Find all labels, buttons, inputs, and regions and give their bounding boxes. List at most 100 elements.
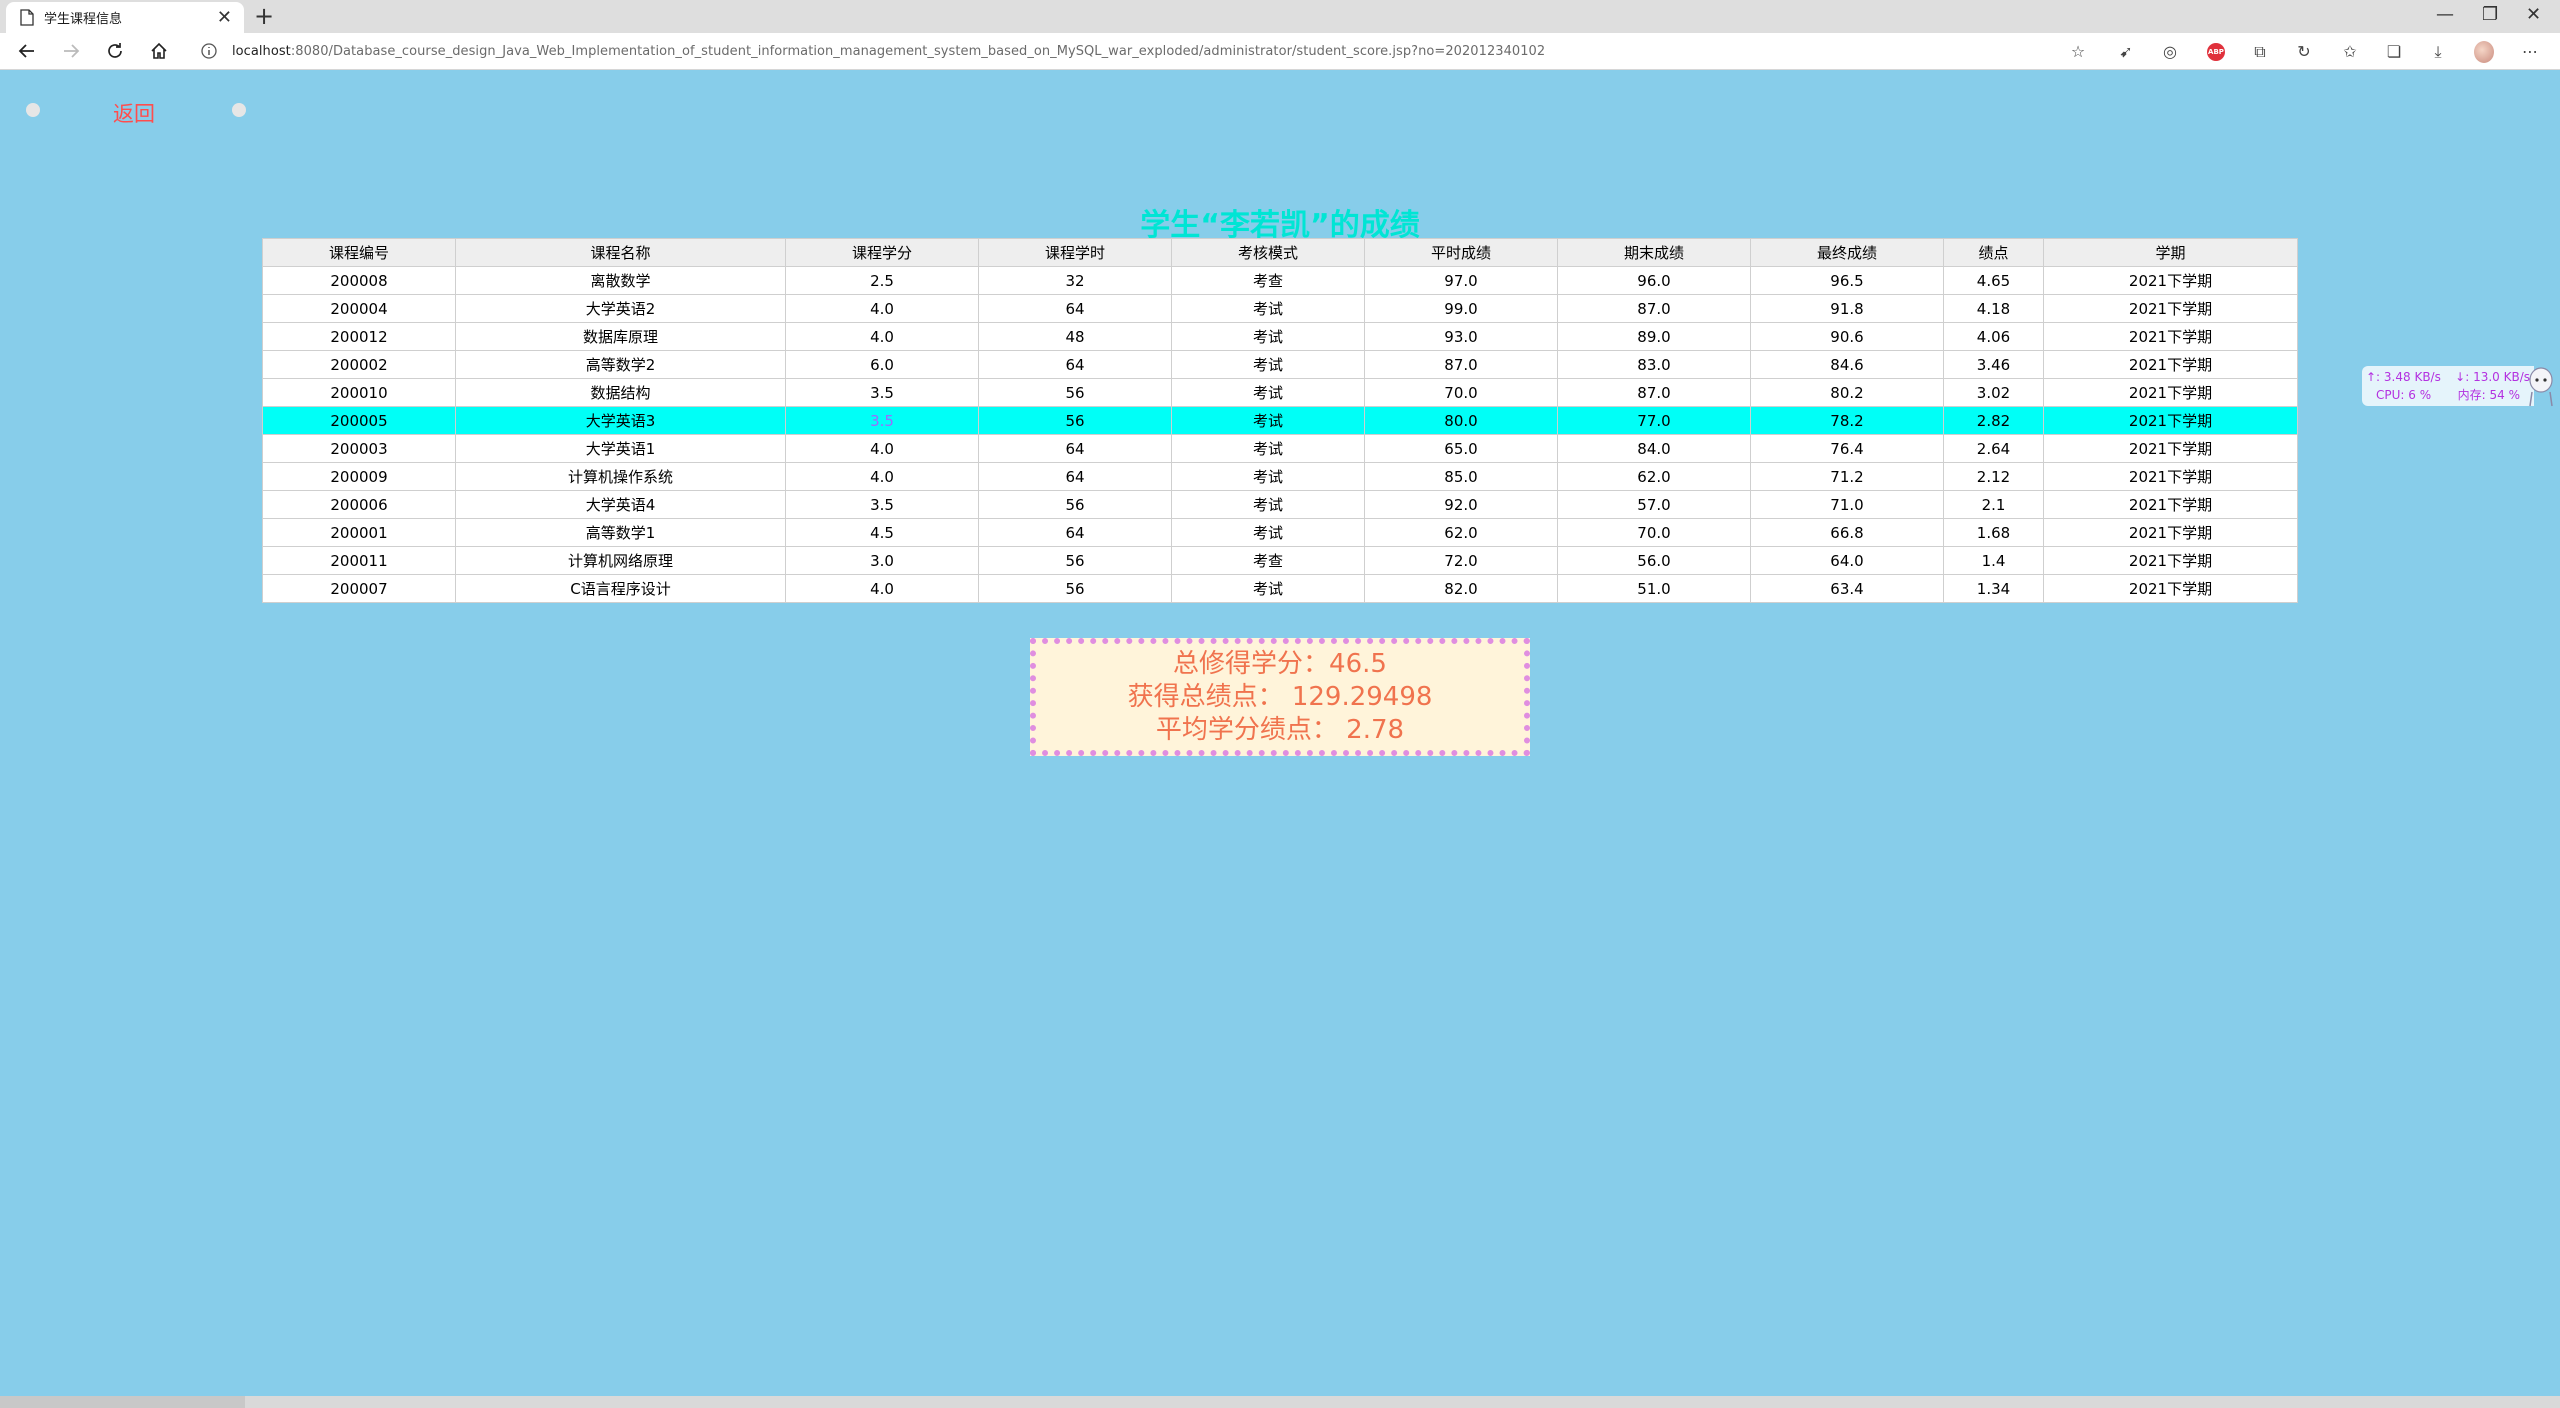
url-text: localhost:8080/Database_course_design_Ja… (232, 44, 1545, 59)
table-cell: 高等数学1 (455, 518, 786, 547)
table-cell: 3.5 (785, 490, 979, 519)
table-cell: 64 (978, 294, 1172, 323)
table-cell: 2021下学期 (2043, 294, 2298, 323)
upload-speed: ↑: 3.48 KB/s (2366, 370, 2441, 384)
table-cell: 89.0 (1557, 322, 1751, 351)
table-cell: 考查 (1171, 266, 1365, 295)
tab-close-icon[interactable]: ✕ (217, 8, 232, 27)
table-cell: 200011 (262, 546, 456, 575)
downloads-icon[interactable]: ⤓ (2428, 42, 2448, 62)
refresh-extension-icon[interactable]: ↻ (2294, 42, 2314, 62)
table-cell: 200002 (262, 350, 456, 379)
table-cell: 大学英语1 (455, 434, 786, 463)
table-cell: 2021下学期 (2043, 406, 2298, 435)
table-cell: 2021下学期 (2043, 574, 2298, 603)
info-icon (201, 43, 217, 59)
table-cell: 87.0 (1364, 350, 1558, 379)
table-cell: 3.02 (1943, 378, 2044, 407)
column-header: 课程学时 (978, 238, 1172, 267)
table-row: 200005 大学英语3 3.5 56 考试 80.0 77.0 78.2 2.82 2021下学… (262, 406, 2298, 435)
table-cell: 4.0 (785, 434, 979, 463)
column-header: 课程编号 (262, 238, 456, 267)
collections-icon[interactable]: ❏ (2384, 42, 2404, 62)
table-cell: 考试 (1171, 350, 1365, 379)
close-window-button[interactable]: ✕ (2526, 4, 2541, 25)
more-icon[interactable]: ⋯ (2520, 42, 2540, 62)
table-cell: 3.46 (1943, 350, 2044, 379)
table-cell: 84.0 (1557, 434, 1751, 463)
table-row: 200001 高等数学1 4.5 64 考试 62.0 70.0 66.8 1.68 2021下学… (262, 518, 2298, 547)
back-link[interactable]: 返回 (113, 98, 155, 128)
extension-icon[interactable]: ➹ (2116, 42, 2136, 62)
table-cell: 65.0 (1364, 434, 1558, 463)
table-cell: 64 (978, 462, 1172, 491)
table-row: 200002 高等数学2 6.0 64 考试 87.0 83.0 84.6 3.46 2021下学… (262, 350, 2298, 379)
table-cell: 62.0 (1364, 518, 1558, 547)
table-cell: 1.34 (1943, 574, 2044, 603)
table-cell: 56 (978, 378, 1172, 407)
collections-icon[interactable]: ⧉ (2250, 42, 2270, 62)
browser-tab-active[interactable]: 学生课程信息 ✕ (6, 2, 244, 33)
table-cell: 2021下学期 (2043, 462, 2298, 491)
column-header: 平时成绩 (1364, 238, 1558, 267)
document-icon (20, 9, 34, 26)
favorites-add-icon[interactable]: ☆ (2068, 42, 2088, 62)
table-cell: 考试 (1171, 490, 1365, 519)
table-cell: 90.6 (1750, 322, 1944, 351)
table-cell: 考试 (1171, 574, 1365, 603)
minimize-button[interactable]: — (2436, 4, 2454, 25)
download-speed: ↓: 13.0 KB/s (2455, 370, 2530, 384)
table-row: 200012 数据库原理 4.0 48 考试 93.0 89.0 90.6 4.06 2021下学… (262, 322, 2298, 351)
adblock-icon[interactable]: ABP (2206, 42, 2226, 62)
restore-button[interactable]: ❐ (2482, 4, 2498, 25)
table-row: 200010 数据结构 3.5 56 考试 70.0 87.0 80.2 3.02 2021下学期 (262, 378, 2298, 407)
table-cell: 82.0 (1364, 574, 1558, 603)
table-cell: 56 (978, 574, 1172, 603)
table-cell: 考试 (1171, 294, 1365, 323)
table-cell: 56 (978, 546, 1172, 575)
table-cell: 70.0 (1557, 518, 1751, 547)
total-credits-text: 总修得学分：46.5 (1173, 648, 1387, 679)
extension-icon[interactable]: ◎ (2160, 42, 2180, 62)
table-cell: 96.0 (1557, 266, 1751, 295)
status-bar (0, 1396, 2560, 1408)
table-cell: 考试 (1171, 462, 1365, 491)
table-cell: 大学英语4 (455, 490, 786, 519)
table-cell: 6.0 (785, 350, 979, 379)
table-cell: 4.0 (785, 462, 979, 491)
forward-nav-button[interactable] (58, 38, 84, 64)
home-button[interactable] (146, 38, 172, 64)
arrow-right-icon (64, 44, 80, 58)
address-bar[interactable]: localhost:8080/Database_course_design_Ja… (190, 37, 2090, 65)
url-path: :8080/Database_course_design_Java_Web_Im… (290, 43, 1546, 59)
table-cell: 200003 (262, 434, 456, 463)
profile-icon[interactable] (2474, 41, 2494, 63)
column-header: 绩点 (1943, 238, 2044, 267)
column-header: 课程学分 (785, 238, 979, 267)
home-icon (151, 42, 167, 59)
table-cell: 64 (978, 350, 1172, 379)
table-cell: 1.4 (1943, 546, 2044, 575)
memory-usage: 内存: 54 % (2457, 388, 2520, 402)
back-nav-button[interactable] (14, 38, 40, 64)
column-header: 课程名称 (455, 238, 786, 267)
table-cell: 考试 (1171, 378, 1365, 407)
column-header: 学期 (2043, 238, 2298, 267)
network-monitor-widget[interactable]: ↑: 3.48 KB/s ↓: 13.0 KB/s CPU: 6 % 内存: 5… (2362, 366, 2534, 406)
table-row: 200006 大学英语4 3.5 56 考试 92.0 57.0 71.0 2.1 2021下学期 (262, 490, 2298, 519)
new-tab-button[interactable]: + (254, 2, 274, 30)
table-cell: 4.65 (1943, 266, 2044, 295)
table-cell: 56 (978, 490, 1172, 519)
table-cell: 77.0 (1557, 406, 1751, 435)
table-cell: 93.0 (1364, 322, 1558, 351)
table-cell: 2.5 (785, 266, 979, 295)
reload-button[interactable] (102, 38, 128, 64)
table-cell: 200004 (262, 294, 456, 323)
table-cell: 85.0 (1364, 462, 1558, 491)
table-row: 200003 大学英语1 4.0 64 考试 65.0 84.0 76.4 2.64 2021下学… (262, 434, 2298, 463)
table-cell: 考试 (1171, 322, 1365, 351)
table-row: 200008 离散数学 2.5 32 考查 97.0 96.0 96.5 4.65 2021下学期 (262, 266, 2298, 295)
table-cell: 78.2 (1750, 406, 1944, 435)
favorites-icon[interactable]: ✩ (2340, 42, 2360, 62)
table-cell: 4.18 (1943, 294, 2044, 323)
